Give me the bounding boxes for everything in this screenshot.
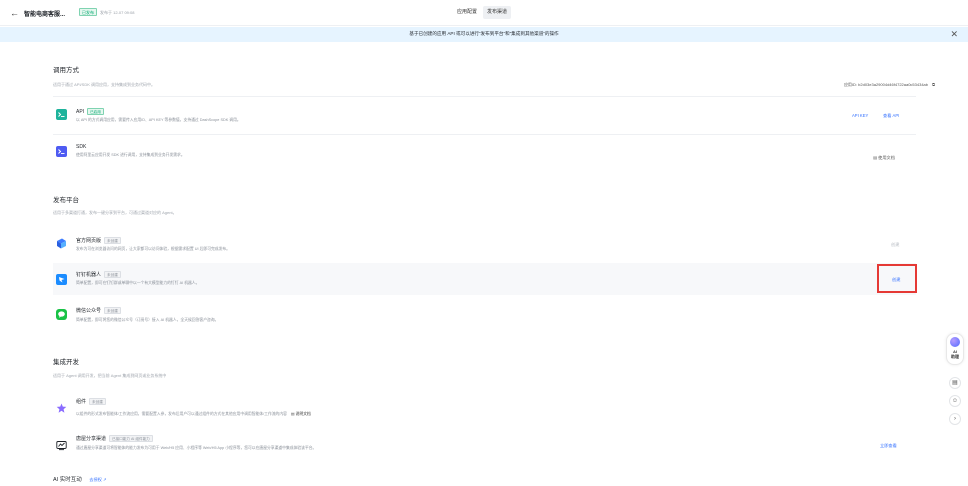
app-title: 智能电商客服... — [24, 12, 66, 18]
document-icon[interactable]: ▤ — [949, 377, 961, 389]
web-description: 发布为可在浏览器访问的网页，让大家都可以访问体验，根据需求配置 UI 后即可完成… — [76, 247, 230, 251]
ai-assistant-button[interactable]: AI 助理 — [946, 333, 964, 365]
api-description: 以 API 的方式调用应用，需要传入应用ID、API KEY 等参数值，支持通过… — [76, 118, 241, 122]
ai-assistant-label: AI 助理 — [951, 349, 959, 359]
status-badge: 已启用 — [87, 108, 104, 115]
divider — [53, 134, 916, 135]
section-subtitle-call: 适用于通过 API/SDK 调用应用，支持集成到业务代码中。 — [53, 82, 156, 87]
notice-banner: 基于已创建的应用 API 或可以进行“发布到平台”和“集成到其他渠道”的操作 ✕ — [0, 27, 968, 42]
chevron-right-icon[interactable]: › — [949, 413, 961, 425]
feedback-icon[interactable]: ☺ — [949, 395, 961, 407]
back-arrow-icon[interactable]: ← — [10, 7, 22, 19]
share-description: 通过唐屋分享渠道可将智能体的能力发布为可用于 Web/H5 应用、小程序等 We… — [76, 446, 317, 450]
section-title-publish: 发布平台 — [53, 197, 79, 204]
top-bar: ← 智能电商客服... 已发布 发布于 12-07 09:08 应用配置 发布渠… — [0, 0, 968, 26]
ai-assistant-icon — [950, 337, 960, 347]
list-item-share: 唐屋分享渠道 已接口能力 AI 组件能力 通过唐屋分享渠道可将智能体的能力发布为可… — [53, 430, 916, 464]
sdk-docs-link[interactable]: ▤ 使用文档 — [873, 155, 895, 161]
status-badge: 未创建 — [104, 271, 121, 279]
ai-interaction-row: AI 实时互动 去授权 ↗ — [53, 475, 107, 483]
api-title: API 已启用 — [76, 108, 104, 115]
web-title-text: 官方网页版 — [76, 238, 102, 244]
status-badge: 已接口能力 AI 组件能力 — [109, 435, 153, 443]
dingtalk-icon — [56, 274, 67, 285]
document-icon: ▤ — [873, 155, 877, 160]
publish-time: 发布于 12-07 09:08 — [100, 10, 135, 15]
list-item-web: 官方网页版 未创建 发布为可在浏览器访问的网页，让大家都可以访问体验，根据需求配置… — [53, 228, 916, 262]
tab-app-config[interactable]: 应用配置 — [453, 6, 481, 19]
sdk-docs-label: 使用文档 — [878, 155, 895, 160]
api-key-link[interactable]: API KEY — [852, 113, 868, 118]
section-title-integrate: 集成开发 — [53, 359, 79, 366]
authorize-link[interactable]: 去授权 ↗ — [89, 477, 106, 482]
view-api-link[interactable]: 查看 API — [883, 113, 899, 119]
list-item-component: 组件 未创建 以组件的形式发布智能体/工作流应用，需要配置入参，发布后用户可以通过… — [53, 393, 916, 423]
wechat-title: 微信公众号 未创建 — [76, 307, 121, 315]
status-badge: 未创建 — [89, 398, 106, 406]
notice-text: 基于已创建的应用 API 或可以进行“发布到平台”和“集成到其他渠道”的操作 — [409, 31, 559, 36]
tab-bar: 应用配置 发布渠道 — [453, 6, 512, 19]
share-title: 唐屋分享渠道 已接口能力 AI 组件能力 — [76, 435, 153, 443]
sdk-description: 使用阿里云应用开发 SDK 进行调用，支持集成到业务开发需求。 — [76, 153, 185, 157]
list-item-dingtalk: 钉钉机器人 未创建 简单配置，即可在钉钉群或单聊中以一个有大模型能力的钉钉 AI … — [53, 263, 916, 295]
api-title-text: API — [76, 108, 85, 115]
create-web-button[interactable]: 创建 — [891, 242, 899, 248]
section-subtitle-integrate: 适用于 Agent 调用开发，把当前 Agent 集成到网页或业务系统中 — [53, 373, 167, 378]
wechat-icon — [56, 309, 67, 320]
close-icon[interactable]: ✕ — [950, 29, 958, 40]
divider — [53, 96, 916, 97]
status-badge: 已发布 — [79, 8, 97, 16]
web-title: 官方网页版 未创建 — [76, 237, 121, 245]
list-item-wechat: 微信公众号 未创建 简单配置，即可将您的微信公众号（订阅号）接入 AI 机器人，全… — [53, 298, 916, 332]
component-title: 组件 未创建 — [76, 398, 106, 406]
section-subtitle-publish: 适用于多渠道打通，发布一键分享到平台，可通过渠道对应的 Agent。 — [53, 210, 177, 215]
tab-publish-channel[interactable]: 发布渠道 — [483, 6, 512, 19]
dingtalk-description: 简单配置，即可在钉钉群或单聊中以一个有大模型能力的钉钉 AI 机器人。 — [76, 281, 200, 285]
sdk-terminal-icon — [56, 146, 67, 157]
component-docs-link[interactable]: 说明文档 — [296, 412, 311, 416]
dingtalk-title-text: 钉钉机器人 — [76, 272, 102, 278]
component-description-text: 以组件的形式发布智能体/工作流应用，需要配置入参，发布后用户可以通过组件的方式在… — [76, 412, 287, 416]
component-title-text: 组件 — [76, 399, 87, 405]
dingtalk-title: 钉钉机器人 未创建 — [76, 271, 121, 279]
status-badge: 未创建 — [104, 237, 121, 245]
document-icon: ▤ — [291, 412, 295, 416]
api-terminal-icon — [56, 109, 67, 120]
status-badge: 未创建 — [104, 307, 121, 315]
copy-icon[interactable]: ⧉ — [932, 82, 935, 87]
list-item-api: API 已启用 以 API 的方式调用应用，需要传入应用ID、API KEY 等参… — [53, 101, 916, 131]
section-title-call: 调用方式 — [53, 67, 79, 74]
sdk-title: SDK — [76, 144, 87, 150]
component-description: 以组件的形式发布智能体/工作流应用，需要配置入参，发布后用户可以通过组件的方式在… — [76, 411, 311, 417]
app-id-value: 应用ID: b2d03e3a29004d46f4722aa0c53434ab — [843, 82, 929, 87]
wechat-title-text: 微信公众号 — [76, 308, 102, 314]
component-icon — [56, 403, 67, 414]
share-channel-icon — [56, 440, 67, 451]
app-id: 应用ID: b2d03e3a29004d46f4722aa0c53434ab ⧉ — [844, 82, 935, 88]
list-item-sdk: SDK 使用阿里云应用开发 SDK 进行调用，支持集成到业务开发需求。 ▤ 使用… — [53, 138, 916, 168]
wechat-description: 简单配置，即可将您的微信公众号（订阅号）接入 AI 机器人，全天候回答客户咨询。 — [76, 318, 219, 322]
highlight-box — [877, 264, 917, 293]
ai-interaction-title: AI 实时互动 — [53, 477, 82, 483]
web-app-icon — [56, 238, 67, 249]
view-now-link[interactable]: 立即查看 — [880, 443, 897, 449]
share-title-text: 唐屋分享渠道 — [76, 436, 107, 442]
